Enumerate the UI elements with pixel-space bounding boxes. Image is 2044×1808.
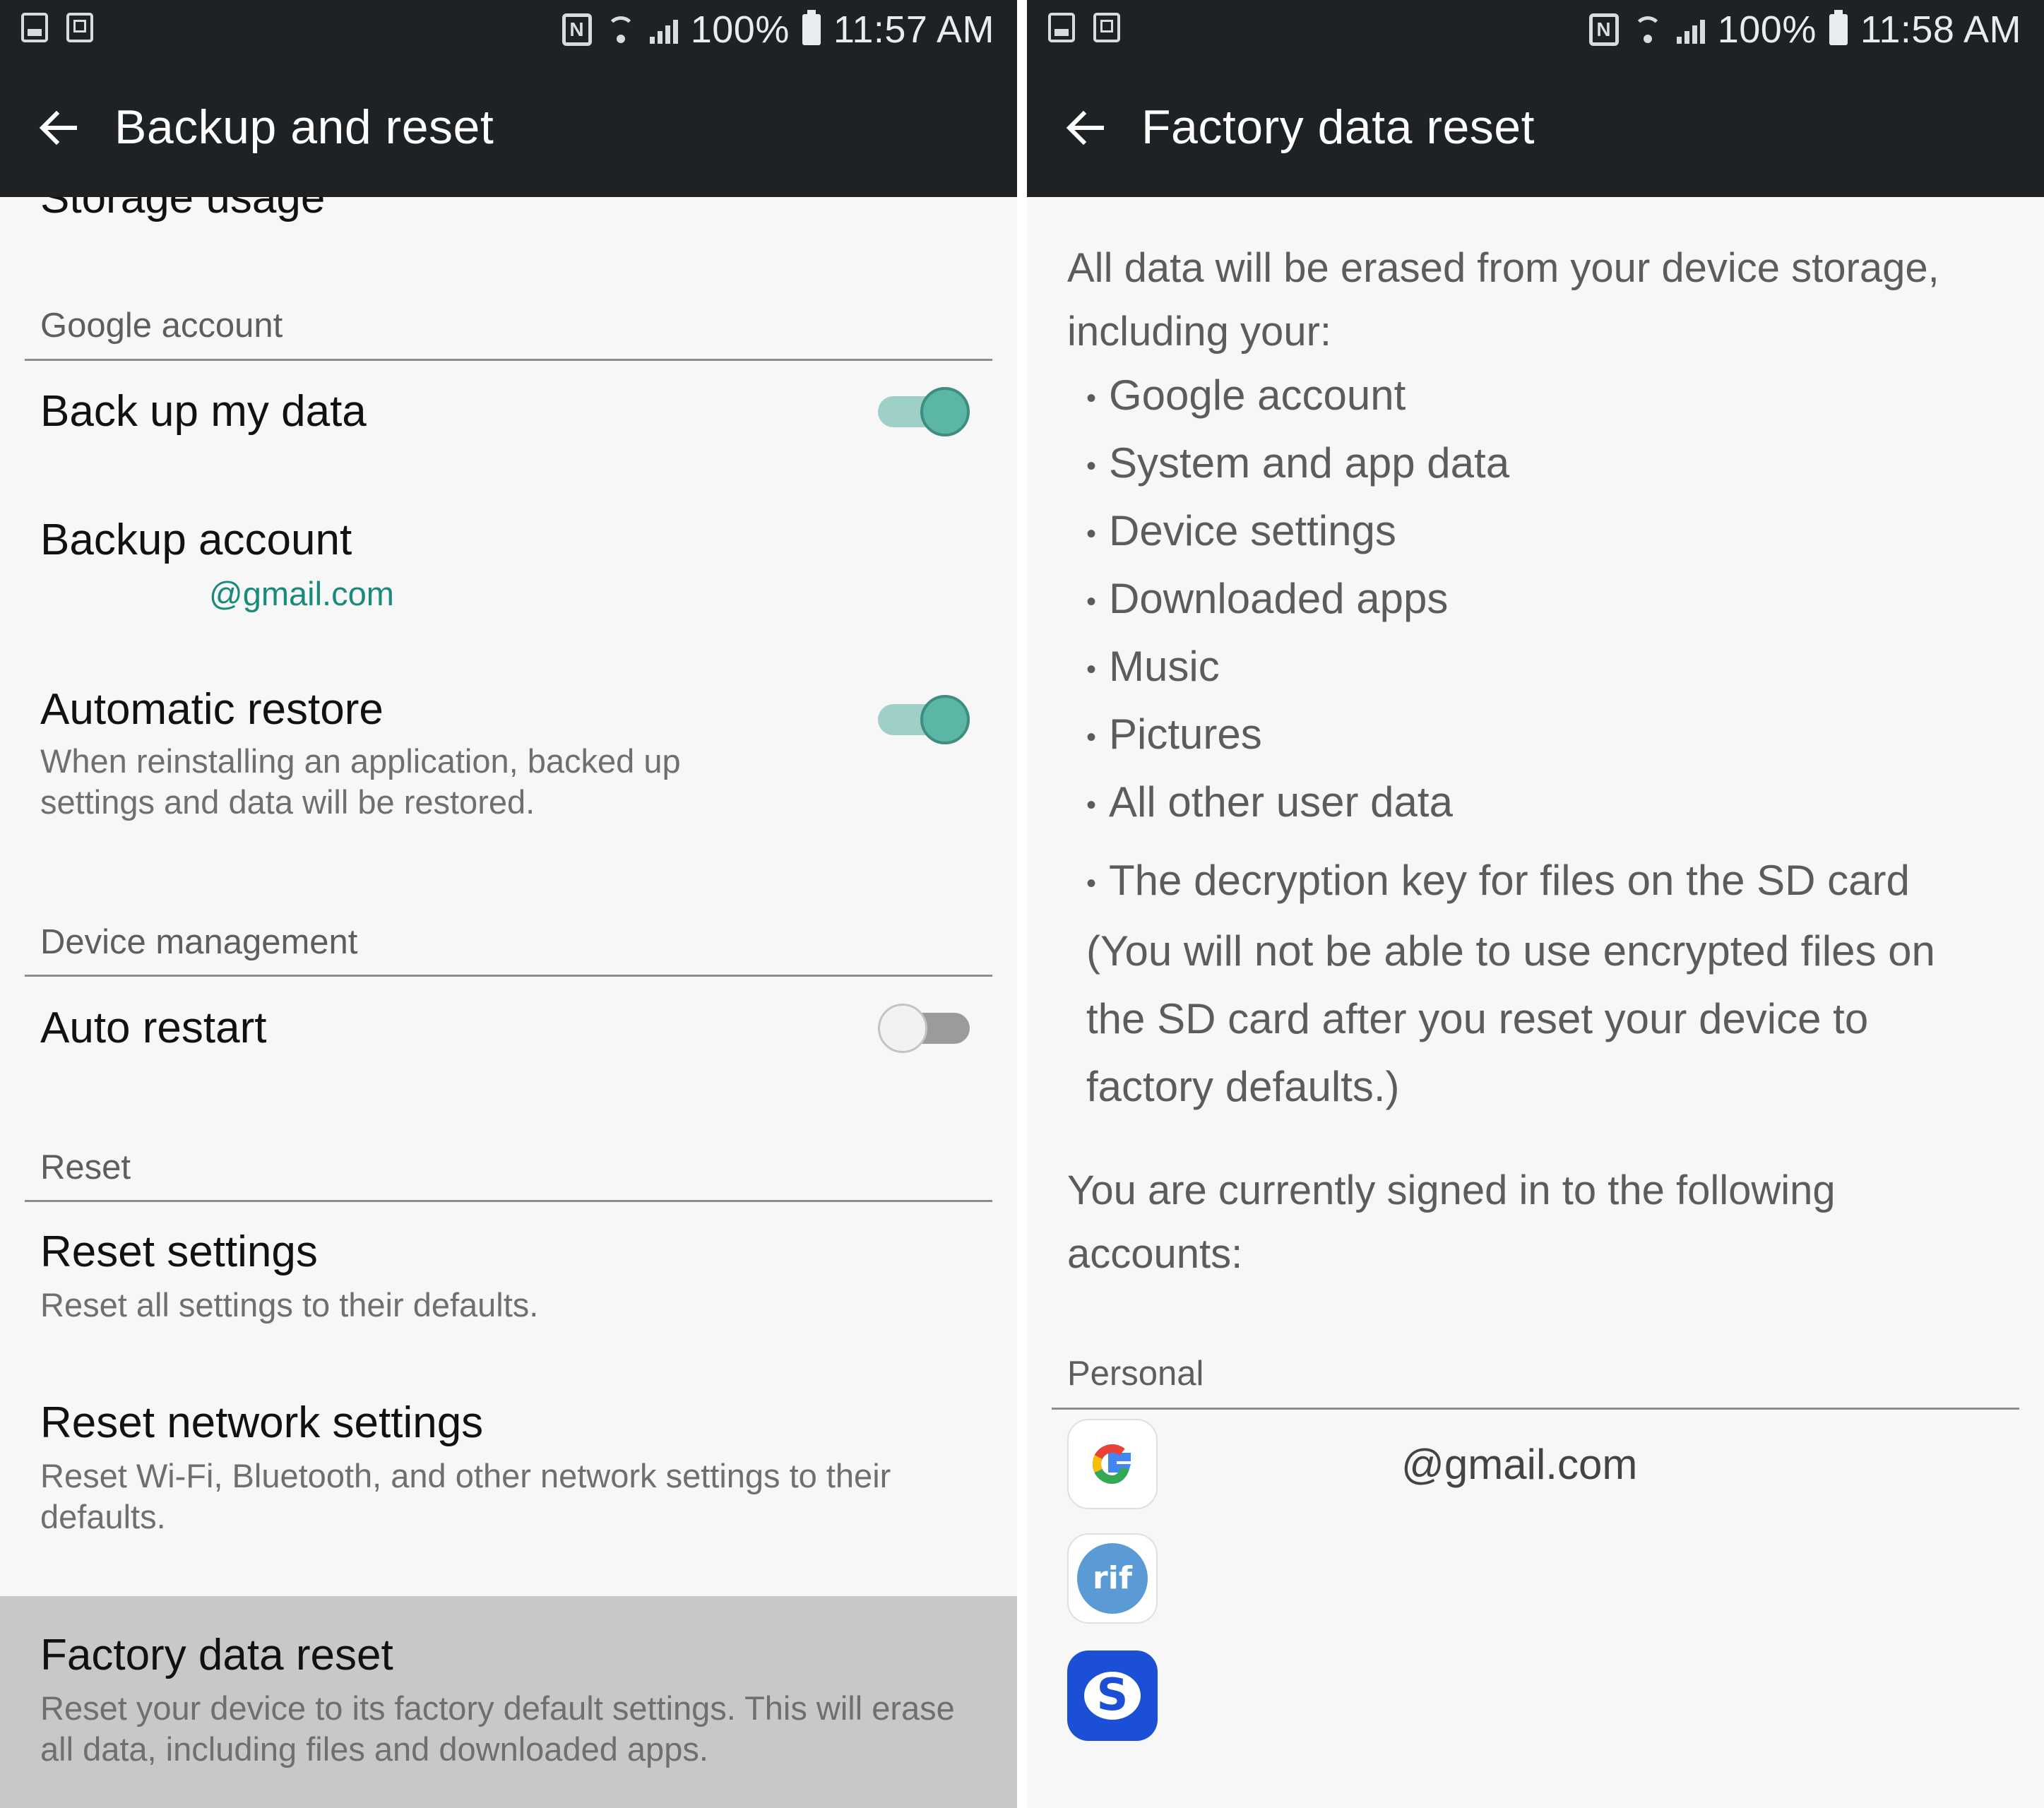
erased-item: • Downloaded apps <box>1086 575 1449 622</box>
section-header-personal: Personal <box>1067 1355 1204 1393</box>
nfc-icon: N <box>561 13 592 46</box>
signal-icon <box>1676 16 1705 44</box>
page-title: Factory data reset <box>1141 100 1535 154</box>
backup-account-email: @gmail.com <box>209 575 394 612</box>
wifi-icon <box>605 13 637 46</box>
reset-settings-description: Reset all settings to their defaults. <box>40 1286 539 1324</box>
clock: 11:58 AM <box>1860 8 2021 51</box>
signed-in-accounts-text: You are currently signed in to the follo… <box>1067 1167 1836 1277</box>
sim-notification-icon <box>66 13 93 42</box>
section-divider <box>1052 1408 2019 1410</box>
factory-data-reset-label: Factory data reset <box>40 1631 393 1679</box>
status-bar: N 100% 11:58 AM <box>1027 0 2044 59</box>
factory-data-reset-item[interactable]: Factory data reset Reset your device to … <box>0 1596 1017 1808</box>
reset-settings-label: Reset settings <box>40 1227 318 1276</box>
google-account-row[interactable]: @gmail.com <box>1027 1419 2044 1525</box>
reset-network-settings-item[interactable]: Reset network settings Reset Wi-Fi, Blue… <box>0 1398 1017 1581</box>
samsung-account-icon[interactable]: S <box>1067 1651 1158 1741</box>
back-up-my-data-label: Back up my data <box>40 387 367 436</box>
reset-settings-item[interactable]: Reset settings Reset all settings to the… <box>0 1202 1017 1357</box>
clock: 11:57 AM <box>833 8 994 51</box>
erased-item: • All other user data <box>1086 778 1453 826</box>
google-icon <box>1067 1419 1158 1509</box>
svg-text:rif: rif <box>1093 1560 1133 1596</box>
page-title: Backup and reset <box>114 100 494 154</box>
backup-account-label: Backup account <box>40 516 352 564</box>
auto-restart-label: Auto restart <box>40 1004 267 1052</box>
section-header-google-account: Google account <box>40 307 283 345</box>
battery-icon <box>1829 10 1848 45</box>
storage-usage-item[interactable]: Storage usage <box>40 197 325 223</box>
sim-notification-icon <box>1093 13 1120 42</box>
gallery-notification-icon <box>21 13 48 42</box>
auto-restart-item[interactable]: Auto restart <box>0 977 1017 1097</box>
backup-and-reset-screen: N 100% 11:57 AM Backup and reset Storage… <box>0 0 1017 1808</box>
erased-item: • Music <box>1086 643 1220 690</box>
svg-text:S: S <box>1097 1669 1129 1720</box>
back-up-my-data-toggle[interactable] <box>878 387 970 436</box>
erased-item: • System and app data <box>1086 439 1510 487</box>
battery-icon <box>802 10 821 45</box>
panel-separator <box>1017 0 1027 1808</box>
reset-network-settings-label: Reset network settings <box>40 1398 484 1447</box>
section-header-reset: Reset <box>40 1148 131 1186</box>
erased-item: • Device settings <box>1086 507 1396 554</box>
app-bar: Factory data reset <box>1027 59 2044 197</box>
wifi-icon <box>1632 13 1664 46</box>
app-bar: Backup and reset <box>0 59 1017 197</box>
factory-data-reset-description: Reset your device to its factory default… <box>40 1689 955 1768</box>
back-up-my-data-item[interactable]: Back up my data <box>0 361 1017 474</box>
account-email: @gmail.com <box>1401 1441 1638 1488</box>
rif-icon[interactable]: rif <box>1067 1533 1158 1624</box>
reset-info: All data will be erased from your device… <box>1027 197 2044 1808</box>
automatic-restore-label: Automatic restore <box>40 685 384 734</box>
automatic-restore-item[interactable]: Automatic restore When reinstalling an a… <box>0 684 1017 847</box>
battery-percent: 100% <box>1717 8 1817 51</box>
nfc-icon: N <box>1588 13 1619 46</box>
battery-percent: 100% <box>690 8 790 51</box>
gallery-notification-icon <box>1048 13 1075 42</box>
erased-item: • Google account <box>1086 371 1406 419</box>
section-header-device-management: Device management <box>40 923 358 961</box>
automatic-restore-toggle[interactable] <box>878 695 970 744</box>
signal-icon <box>649 16 678 44</box>
back-arrow-icon[interactable] <box>1064 107 1106 149</box>
reset-network-settings-description: Reset Wi-Fi, Bluetooth, and other networ… <box>40 1457 891 1535</box>
erase-intro-text: All data will be erased from your device… <box>1067 245 1939 355</box>
settings-list: Storage usage Google account Back up my … <box>0 197 1017 1808</box>
backup-account-item[interactable]: Backup account @gmail.com <box>0 494 1017 635</box>
erased-item: • Pictures <box>1086 710 1262 758</box>
erased-item-sd-card: • The decryption key for files on the SD … <box>1086 857 1935 1111</box>
factory-data-reset-screen: N 100% 11:58 AM Factory data reset All d… <box>1027 0 2044 1808</box>
status-bar: N 100% 11:57 AM <box>0 0 1017 59</box>
auto-restart-toggle[interactable] <box>878 1004 970 1053</box>
erased-items-list: • Google account • System and app data • De… <box>1086 371 2026 1121</box>
back-arrow-icon[interactable] <box>37 107 79 149</box>
automatic-restore-description: When reinstalling an application, backed… <box>40 742 681 821</box>
